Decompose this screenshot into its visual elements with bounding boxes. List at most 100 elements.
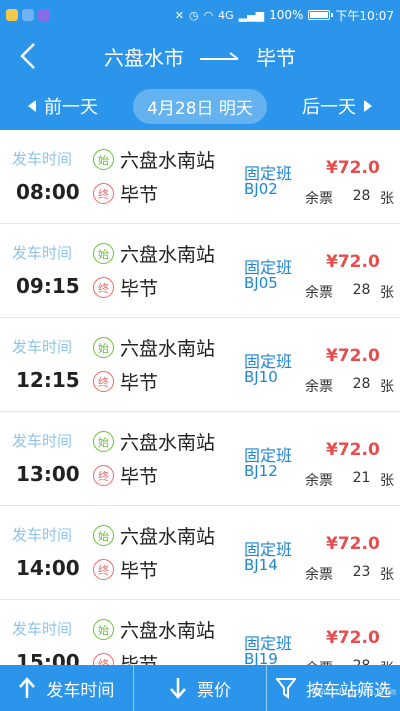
trip-row[interactable]: 发车时间 12:15 始 六盘水南站 终 毕节 固定班 BJ10 ¥72.0 余… bbox=[0, 318, 400, 412]
trip-list[interactable]: 发车时间 08:00 始 六盘水南站 终 毕节 固定班 BJ02 ¥72.0 余… bbox=[0, 130, 400, 665]
ticket-price: ¥72.0 bbox=[326, 628, 380, 648]
ticket-unit: 张 bbox=[380, 658, 400, 665]
remaining-count: 23 bbox=[352, 564, 371, 580]
prev-day-label: 前一天 bbox=[44, 97, 98, 118]
departure-time-label: 发车时间 bbox=[12, 620, 73, 638]
remaining-count: 28 bbox=[343, 658, 380, 665]
current-date[interactable]: 4月28日 明天 bbox=[133, 88, 267, 124]
origin-stop: 始 六盘水南站 bbox=[93, 522, 215, 549]
trip-row[interactable]: 发车时间 13:00 始 六盘水南站 终 毕节 固定班 BJ12 ¥72.0 余… bbox=[0, 412, 400, 506]
ticket-price: ¥72.0 bbox=[326, 440, 380, 460]
departure-time: 15:00 bbox=[16, 650, 80, 665]
prev-day-button[interactable]: 前一天 bbox=[28, 93, 98, 119]
trip-row[interactable]: 发车时间 09:15 始 六盘水南站 终 毕节 固定班 BJ05 ¥72.0 余… bbox=[0, 224, 400, 318]
clock: 下午10:07 bbox=[335, 8, 394, 23]
battery-level bbox=[310, 12, 329, 18]
alarm-icon: ◷ bbox=[188, 8, 199, 22]
back-button[interactable] bbox=[0, 30, 56, 82]
departure-time-label: 发车时间 bbox=[12, 244, 73, 262]
remaining-label: 余票 bbox=[305, 285, 333, 301]
sort-by-time-button[interactable]: 发车时间 bbox=[0, 665, 133, 711]
end-badge-icon: 终 bbox=[93, 183, 114, 204]
bus-code: BJ12 bbox=[244, 462, 278, 480]
destination-station: 毕节 bbox=[120, 184, 159, 206]
destination-station: 毕节 bbox=[120, 372, 159, 394]
start-badge-icon: 始 bbox=[93, 525, 114, 546]
ticket-price: ¥72.0 bbox=[326, 534, 380, 554]
caret-right-icon bbox=[363, 100, 372, 112]
remaining-label: 余票 bbox=[305, 191, 333, 207]
start-badge-icon: 始 bbox=[93, 149, 114, 170]
remaining-tickets: 余票 21 张 bbox=[305, 470, 400, 490]
destination-station: 毕节 bbox=[120, 466, 159, 488]
end-badge-icon: 终 bbox=[93, 465, 114, 486]
end-badge-icon: 终 bbox=[93, 371, 114, 392]
departure-time-label: 发车时间 bbox=[12, 338, 73, 356]
ticket-unit: 张 bbox=[380, 473, 394, 489]
sort-by-price-button[interactable]: 票价 bbox=[134, 665, 267, 711]
origin-city: 六盘水市 bbox=[104, 45, 184, 70]
remaining-label: 余票 bbox=[305, 658, 343, 665]
status-bar: ✕ ◷ ◠ 4G ▂▄▆ 100% 下午10:07 bbox=[0, 0, 400, 30]
wifi-icon: ◠ bbox=[203, 8, 214, 22]
remaining-count: 28 bbox=[352, 188, 371, 204]
destination-city: 毕节 bbox=[256, 45, 296, 70]
sort-by-time-label: 发车时间 bbox=[46, 680, 115, 701]
remaining-count: 28 bbox=[352, 376, 371, 392]
remaining-count: 28 bbox=[352, 282, 371, 298]
arrow-up-icon bbox=[19, 677, 36, 698]
origin-stop: 始 六盘水南站 bbox=[93, 616, 215, 643]
origin-stop: 始 六盘水南站 bbox=[93, 428, 215, 455]
remaining-tickets: 余票 28 张 bbox=[305, 188, 400, 208]
bus-code: BJ02 bbox=[244, 180, 278, 198]
destination-stop: 终 毕节 bbox=[93, 556, 158, 583]
caret-left-icon bbox=[28, 100, 36, 112]
remaining-tickets: 余票 23 张 bbox=[305, 564, 400, 584]
departure-time: 08:00 bbox=[16, 180, 80, 204]
end-badge-icon: 终 bbox=[93, 559, 114, 580]
next-day-button[interactable]: 后一天 bbox=[302, 93, 372, 119]
trip-row[interactable]: 发车时间 14:00 始 六盘水南站 终 毕节 固定班 BJ14 ¥72.0 余… bbox=[0, 506, 400, 600]
signal-icon: ▂▄▆ bbox=[238, 8, 265, 22]
route-title: 六盘水市 毕节 bbox=[56, 42, 400, 71]
notification-icons bbox=[6, 9, 50, 21]
end-badge-icon: 终 bbox=[93, 277, 114, 298]
origin-stop: 始 六盘水南站 bbox=[93, 240, 215, 267]
ticket-unit: 张 bbox=[380, 191, 394, 207]
route-arrow-icon bbox=[200, 52, 239, 60]
trip-row[interactable]: 发车时间 15:00 始 六盘水南站 终 毕节 固定班 BJ19 ¥72.0 余… bbox=[0, 600, 400, 665]
battery-icon bbox=[308, 10, 334, 20]
ticket-price: ¥72.0 bbox=[326, 252, 380, 272]
ticket-price: ¥72.0 bbox=[326, 346, 380, 366]
origin-station: 六盘水南站 bbox=[120, 150, 216, 172]
bus-code: BJ14 bbox=[244, 556, 278, 574]
bus-code: BJ19 bbox=[244, 650, 278, 665]
ticket-price: ¥72.0 bbox=[326, 158, 380, 178]
bus-code: BJ05 bbox=[244, 274, 278, 292]
end-badge-icon: 终 bbox=[93, 653, 114, 665]
remaining-tickets: 余票 28 张 bbox=[305, 282, 400, 302]
battery-percent: 100% bbox=[269, 8, 304, 22]
start-badge-icon: 始 bbox=[93, 431, 114, 452]
origin-station: 六盘水南站 bbox=[120, 620, 216, 642]
remaining-tickets: 余票 28 张 bbox=[305, 376, 400, 396]
remaining-label: 余票 bbox=[305, 379, 333, 395]
ticket-unit: 张 bbox=[380, 567, 394, 583]
arrow-down-icon bbox=[170, 678, 186, 699]
ticket-unit: 张 bbox=[380, 379, 394, 395]
departure-time: 14:00 bbox=[16, 556, 80, 580]
app-notification-icon bbox=[6, 9, 18, 21]
origin-station: 六盘水南站 bbox=[120, 244, 216, 266]
origin-station: 六盘水南站 bbox=[120, 526, 216, 548]
origin-stop: 始 六盘水南站 bbox=[93, 146, 215, 173]
origin-station: 六盘水南站 bbox=[120, 432, 216, 454]
destination-stop: 终 毕节 bbox=[93, 368, 158, 395]
trip-row[interactable]: 发车时间 08:00 始 六盘水南站 终 毕节 固定班 BJ02 ¥72.0 余… bbox=[0, 130, 400, 224]
mute-icon: ✕ bbox=[174, 8, 184, 22]
watermark: www.drdown.com bbox=[311, 687, 396, 698]
destination-stop: 终 毕节 bbox=[93, 180, 158, 207]
departure-time-label: 发车时间 bbox=[12, 432, 73, 450]
destination-station: 毕节 bbox=[120, 278, 159, 300]
origin-station: 六盘水南站 bbox=[120, 338, 216, 360]
remaining-count: 21 bbox=[352, 470, 371, 486]
